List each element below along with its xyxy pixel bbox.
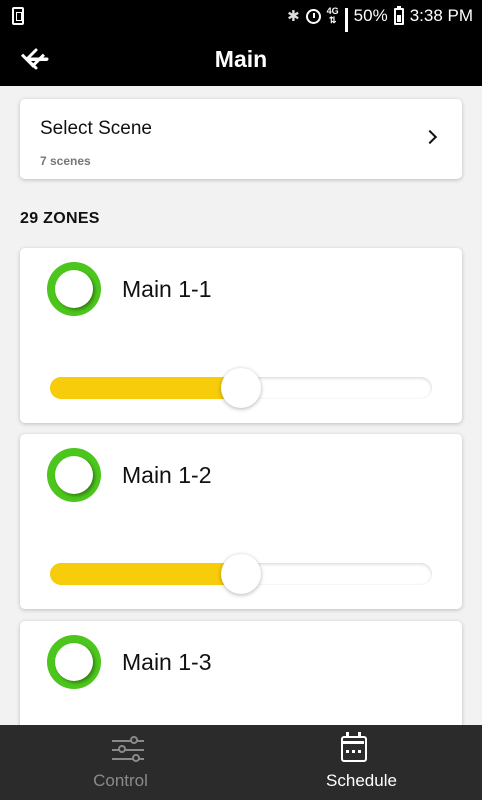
zone-card: Main 1-1	[20, 248, 462, 423]
nav-control-tab[interactable]: Control	[0, 725, 241, 800]
status-icons: ✱ 4G ⇅ 50% 3:38 PM	[287, 0, 473, 46]
zones-count-heading: 29 ZONES	[20, 210, 100, 227]
level-slider[interactable]	[50, 554, 432, 594]
zone-name: Main 1-1	[122, 276, 212, 302]
power-toggle[interactable]	[47, 262, 101, 316]
page-title: Main	[214, 46, 268, 72]
nav-schedule-tab[interactable]: Schedule	[241, 725, 482, 800]
bluetooth-icon: ✱	[287, 8, 300, 25]
zone-card: Main 1-2	[20, 434, 462, 609]
scene-count: 7 scenes	[40, 154, 91, 168]
signal-icon	[344, 8, 348, 46]
nav-control-label: Control	[93, 771, 148, 790]
bottom-nav: Control Schedule	[0, 725, 482, 800]
power-toggle[interactable]	[47, 635, 101, 689]
calendar-icon	[341, 732, 367, 762]
level-slider[interactable]	[50, 368, 432, 408]
network-type-icon: 4G ⇅	[326, 6, 339, 25]
sim-card-icon	[12, 7, 24, 25]
zone-name: Main 1-2	[122, 462, 212, 488]
nav-schedule-label: Schedule	[326, 771, 397, 790]
sliders-icon	[112, 736, 144, 763]
slider-thumb[interactable]	[221, 368, 261, 408]
battery-percent: 50%	[353, 6, 388, 25]
power-toggle[interactable]	[47, 448, 101, 502]
battery-icon	[393, 5, 404, 25]
chevron-right-icon	[422, 129, 438, 145]
select-scene-card[interactable]: Select Scene 7 scenes	[20, 99, 462, 179]
select-scene-label: Select Scene	[40, 118, 152, 139]
slider-thumb[interactable]	[221, 554, 261, 594]
slider-fill	[50, 563, 241, 585]
zone-card: Main 1-3	[20, 621, 462, 731]
app-bar: Main	[0, 32, 482, 86]
alarm-icon	[305, 8, 321, 24]
status-bar: ✱ 4G ⇅ 50% 3:38 PM	[0, 0, 482, 46]
zone-name: Main 1-3	[122, 649, 212, 675]
slider-fill	[50, 377, 241, 399]
clock: 3:38 PM	[409, 6, 473, 25]
